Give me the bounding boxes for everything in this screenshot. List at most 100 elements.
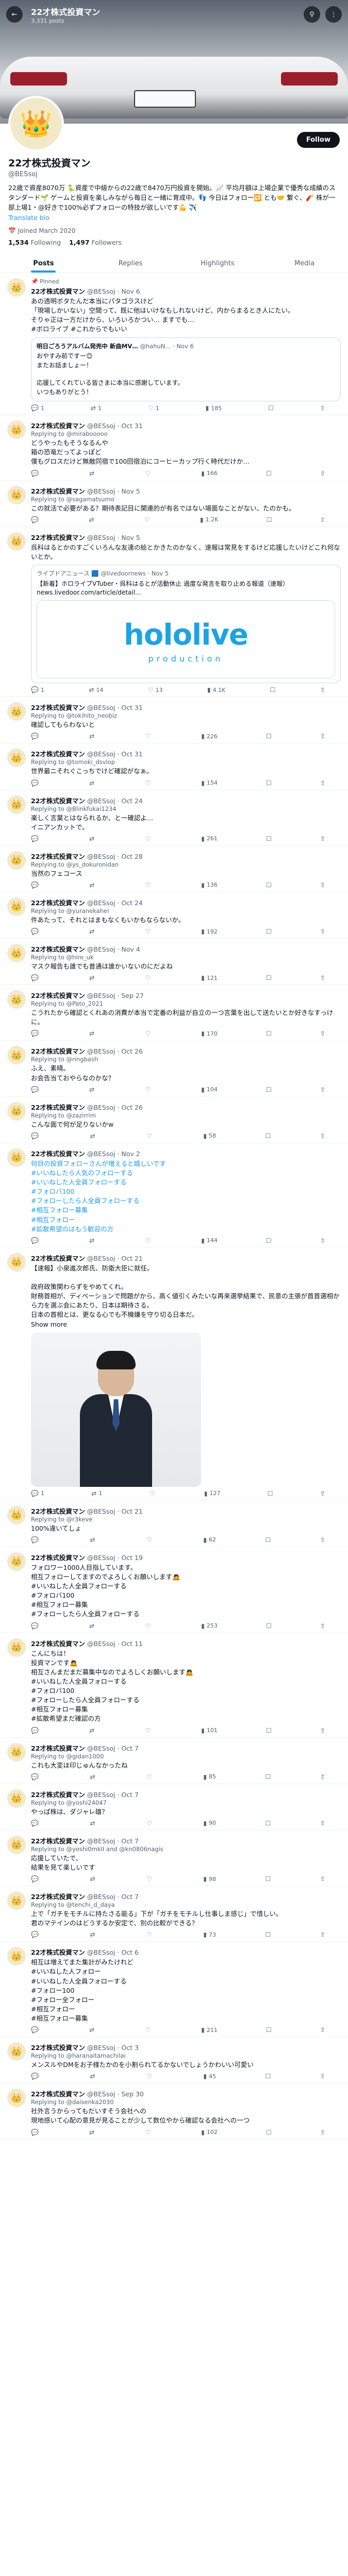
reply-button[interactable]: 💬 — [31, 1931, 41, 1938]
bookmark-button[interactable]: ☐ — [266, 2026, 272, 2033]
tweet-author-name[interactable]: 22才株式投資マン — [31, 1150, 85, 1158]
replying-to[interactable]: Replying to @ringbash — [31, 1056, 341, 1063]
repost-button[interactable]: ⇄ — [89, 470, 96, 477]
share-button[interactable]: ⇧ — [320, 2026, 325, 2033]
repost-button[interactable]: ⇄ — [90, 1132, 97, 1140]
replying-to[interactable]: Replying to @yoshi0mkII and @kn0806nagis — [31, 1845, 341, 1853]
views-button[interactable]: ▮ 253 — [201, 1622, 218, 1630]
bookmark-button[interactable]: ☐ — [266, 882, 272, 889]
bookmark-button[interactable]: ☐ — [266, 1820, 271, 1827]
share-button[interactable]: ⇧ — [320, 1132, 325, 1140]
views-button[interactable]: ▮ 127 — [204, 1490, 221, 1497]
tweet-avatar[interactable]: 👑 — [7, 2089, 26, 2108]
repost-button[interactable]: ⇄ — [90, 1820, 97, 1827]
like-button[interactable]: ♡ — [146, 1931, 154, 1938]
tweet-author-name[interactable]: 22才株式投資マン — [31, 1104, 85, 1111]
repost-button[interactable]: ⇄ — [89, 2026, 96, 2033]
tweet-author-name[interactable]: 22才株式投資マン — [31, 2090, 85, 2098]
tweet-avatar[interactable]: 👑 — [7, 278, 26, 297]
repost-button[interactable]: ⇄ — [89, 1727, 96, 1734]
share-button[interactable]: ⇧ — [320, 1773, 325, 1781]
repost-button[interactable]: ⇄ — [89, 1030, 96, 1037]
share-button[interactable]: ⇧ — [320, 1030, 325, 1037]
like-button[interactable]: ♡ — [145, 2026, 153, 2033]
tweet[interactable]: 👑 22才株式投資マン @BESsoj · Oct 7 Replying to @yo… — [0, 1831, 348, 1887]
bookmark-button[interactable]: ☐ — [266, 974, 272, 981]
quoted-tweet[interactable]: 明日ごろうアルバム発売中 新曲MV… @hahuN... · Nov 6 おやすみ… — [31, 337, 341, 402]
reply-button[interactable]: 💬 — [31, 882, 41, 889]
tweet[interactable]: 👑 22才株式投資マン @BESsoj · Oct 11 こんにちは！ 投資マンです🙇… — [0, 1633, 348, 1738]
tweet-avatar[interactable]: 👑 — [7, 532, 26, 551]
repost-button[interactable]: ⇄ — [89, 882, 96, 889]
tweet-author-name[interactable]: 22才株式投資マン — [31, 534, 85, 541]
views-button[interactable]: ▮ 226 — [201, 733, 218, 740]
reply-button[interactable]: 💬 — [31, 1773, 41, 1781]
tweet-avatar[interactable]: 👑 — [7, 897, 26, 916]
tweet-photo[interactable] — [31, 1332, 201, 1487]
like-button[interactable]: ♡ — [145, 835, 153, 842]
replying-to[interactable]: Replying to @r3keve — [31, 1516, 341, 1523]
tweet-author-name[interactable]: 22才株式投資マン — [31, 422, 85, 430]
share-button[interactable]: ⇧ — [320, 1536, 325, 1544]
repost-button[interactable]: ⇄ 1 — [91, 1490, 102, 1497]
like-button[interactable]: ♡ — [145, 1622, 153, 1630]
bookmark-button[interactable]: ☐ — [266, 928, 272, 935]
bookmark-button[interactable]: ☐ — [268, 404, 274, 412]
share-button[interactable]: ⇧ — [320, 835, 325, 842]
bookmark-button[interactable]: ☐ — [266, 779, 272, 787]
reply-button[interactable]: 💬 — [31, 2073, 41, 2080]
tweet-author-name[interactable]: 22才株式投資マン — [31, 992, 85, 999]
share-button[interactable]: ⇧ — [320, 686, 325, 693]
share-button[interactable]: ⇧ — [320, 2073, 325, 2080]
reply-button[interactable]: 💬 1 — [31, 404, 44, 412]
tweet-author-name[interactable]: 22才株式投資マン — [31, 797, 85, 805]
like-button[interactable]: ♡ — [145, 974, 153, 981]
views-button[interactable]: ▮ 73 — [203, 1931, 216, 1938]
tweet-author-name[interactable]: 22才株式投資マン — [31, 1507, 85, 1515]
repost-button[interactable]: ⇄ — [90, 1875, 97, 1883]
reply-button[interactable]: 💬 — [31, 1820, 41, 1827]
replying-to[interactable]: Replying to @Pato_2021 — [31, 1000, 341, 1007]
tweet-author-name[interactable]: 22才株式投資マン — [31, 1837, 85, 1845]
repost-button[interactable]: ⇄ — [89, 974, 96, 981]
share-button[interactable]: ⇧ — [320, 1931, 325, 1938]
repost-button[interactable]: ⇄ — [89, 733, 96, 740]
tweet[interactable]: 👑 22才株式投資マン @BESsoj · Oct 31 Replying to @t… — [0, 743, 348, 790]
views-button[interactable]: ▮ 102 — [201, 2129, 218, 2136]
following-link[interactable]: 1,534 Following — [8, 239, 61, 246]
repost-button[interactable]: ⇄ — [89, 516, 96, 523]
views-button[interactable]: ▮ 62 — [203, 1536, 216, 1544]
replying-to[interactable]: Replying to @yuranekahei — [31, 907, 341, 914]
replying-to[interactable]: Replying to @mirabooooo — [31, 430, 341, 437]
replying-to[interactable]: Replying to @daisenka2030 — [31, 2098, 341, 2106]
share-button[interactable]: ⇧ — [320, 1875, 325, 1883]
like-button[interactable]: ♡ — [146, 1132, 154, 1140]
tweet[interactable]: 👑 22才株式投資マン @BESsoj · Oct 24 Replying to @B… — [0, 790, 348, 846]
reply-button[interactable]: 💬 1 — [31, 1490, 44, 1497]
like-button[interactable]: ♡ — [145, 1030, 153, 1037]
share-button[interactable]: ⇧ — [320, 1086, 325, 1093]
reply-button[interactable]: 💬 — [31, 470, 41, 477]
repost-button[interactable]: ⇄ — [90, 2073, 97, 2080]
views-button[interactable]: ▮ 98 — [203, 1875, 216, 1883]
reply-button[interactable]: 💬 — [31, 1132, 41, 1140]
views-button[interactable]: ▮ 136 — [201, 882, 218, 889]
more-button[interactable]: ⋮ — [325, 6, 342, 23]
tweet-avatar[interactable]: 👑 — [7, 944, 26, 963]
reply-button[interactable]: 💬 — [31, 733, 41, 740]
tweet-author-name[interactable]: 22才株式投資マン — [31, 1640, 85, 1648]
tweet-author-name[interactable]: 22才株式投資マン — [31, 2044, 85, 2052]
tweet-author-name[interactable]: 22才株式投資マン — [31, 945, 85, 953]
views-button[interactable]: ▮ 101 — [201, 1727, 218, 1734]
reply-button[interactable]: 💬 — [31, 516, 41, 523]
like-button[interactable]: ♡ — [146, 1820, 154, 1827]
reply-button[interactable]: 💬 — [31, 1622, 41, 1630]
repost-button[interactable]: ⇄ — [90, 1931, 97, 1938]
repost-button[interactable]: ⇄ — [89, 1237, 96, 1244]
tweet[interactable]: 👑 22才株式投資マン @BESsoj · Oct 21 【速報】小泉進次郎氏、防衛大… — [0, 1248, 348, 1501]
tweet-author-name[interactable]: 22才株式投資マン — [31, 899, 85, 907]
tweet-avatar[interactable]: 👑 — [7, 749, 26, 768]
reply-button[interactable]: 💬 1 — [31, 686, 44, 693]
tab-posts[interactable]: Posts — [0, 253, 87, 273]
views-button[interactable]: ▮ 85 — [203, 1773, 216, 1781]
